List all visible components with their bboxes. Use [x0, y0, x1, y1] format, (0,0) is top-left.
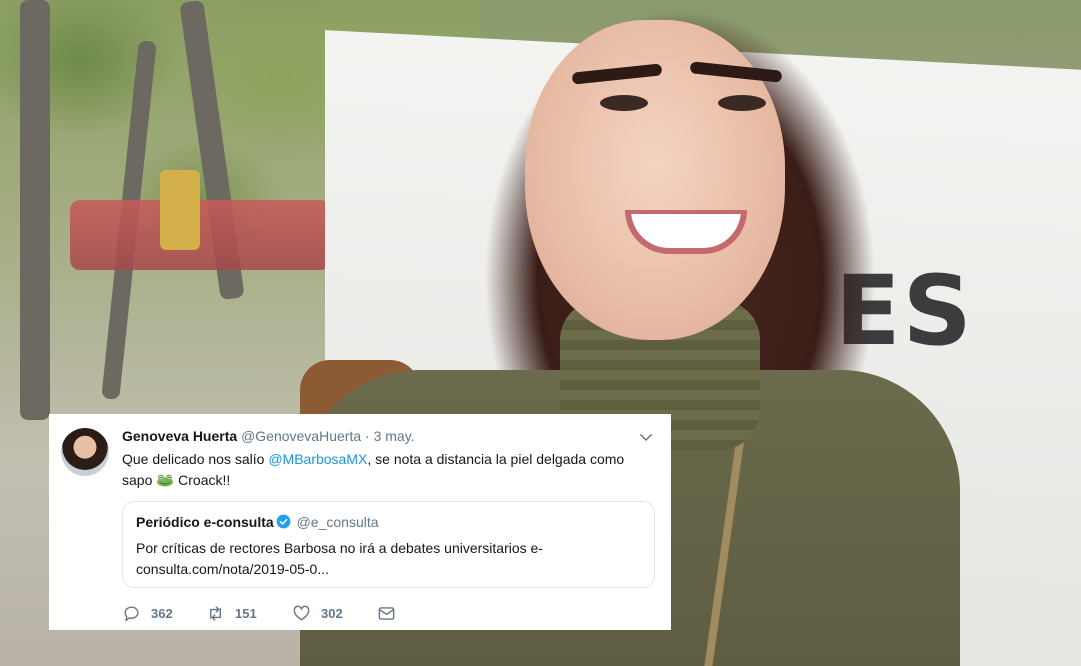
quoted-header: Periódico e-consulta @e_consulta	[136, 514, 379, 530]
eye	[600, 95, 648, 111]
tree-trunk	[20, 0, 50, 420]
red-vehicle	[70, 200, 330, 270]
chevron-down-icon[interactable]	[637, 428, 655, 446]
retweet-icon	[210, 605, 221, 621]
author-name[interactable]: Genoveva Huerta	[122, 428, 237, 444]
quoted-tweet[interactable]: Periódico e-consulta @e_consulta Por crí…	[122, 501, 655, 588]
heart-icon	[293, 605, 310, 621]
retweet-button[interactable]: 151	[206, 603, 257, 623]
like-button[interactable]: 302	[292, 603, 343, 623]
envelope-icon	[378, 606, 395, 620]
tweet-text: Que delicado nos salío @MBarbosaMX, se n…	[122, 449, 652, 491]
quoted-author-handle: @e_consulta	[296, 514, 379, 530]
verified-badge-icon	[276, 514, 291, 529]
tweet-text-end: Croack!!	[174, 472, 231, 488]
tweet-time[interactable]: 3 may.	[374, 428, 415, 444]
reply-icon	[124, 605, 139, 621]
retweet-count: 151	[235, 605, 257, 621]
quoted-text: Por críticas de rectores Barbosa no irá …	[136, 540, 543, 577]
separator: ·	[365, 428, 370, 444]
tweet-card[interactable]: Genoveva Huerta @GenovevaHuerta · 3 may.…	[49, 414, 671, 630]
direct-message-button[interactable]	[377, 603, 406, 623]
author-handle[interactable]: @GenovevaHuerta	[241, 428, 361, 444]
frog-icon	[157, 474, 174, 487]
like-count: 302	[321, 605, 343, 621]
eye	[718, 95, 766, 111]
tweet-actions: 362 151 302	[122, 603, 662, 623]
yellow-object	[160, 170, 200, 250]
mention-link[interactable]: @MBarbosaMX	[268, 451, 367, 467]
tweet-text-before: Que delicado nos salío	[122, 451, 269, 467]
quoted-author-name: Periódico e-consulta	[136, 514, 274, 530]
reply-button[interactable]: 362	[122, 603, 173, 623]
tweet-header: Genoveva Huerta @GenovevaHuerta · 3 may.	[122, 428, 415, 444]
reply-count: 362	[151, 605, 173, 621]
avatar[interactable]	[61, 428, 109, 476]
